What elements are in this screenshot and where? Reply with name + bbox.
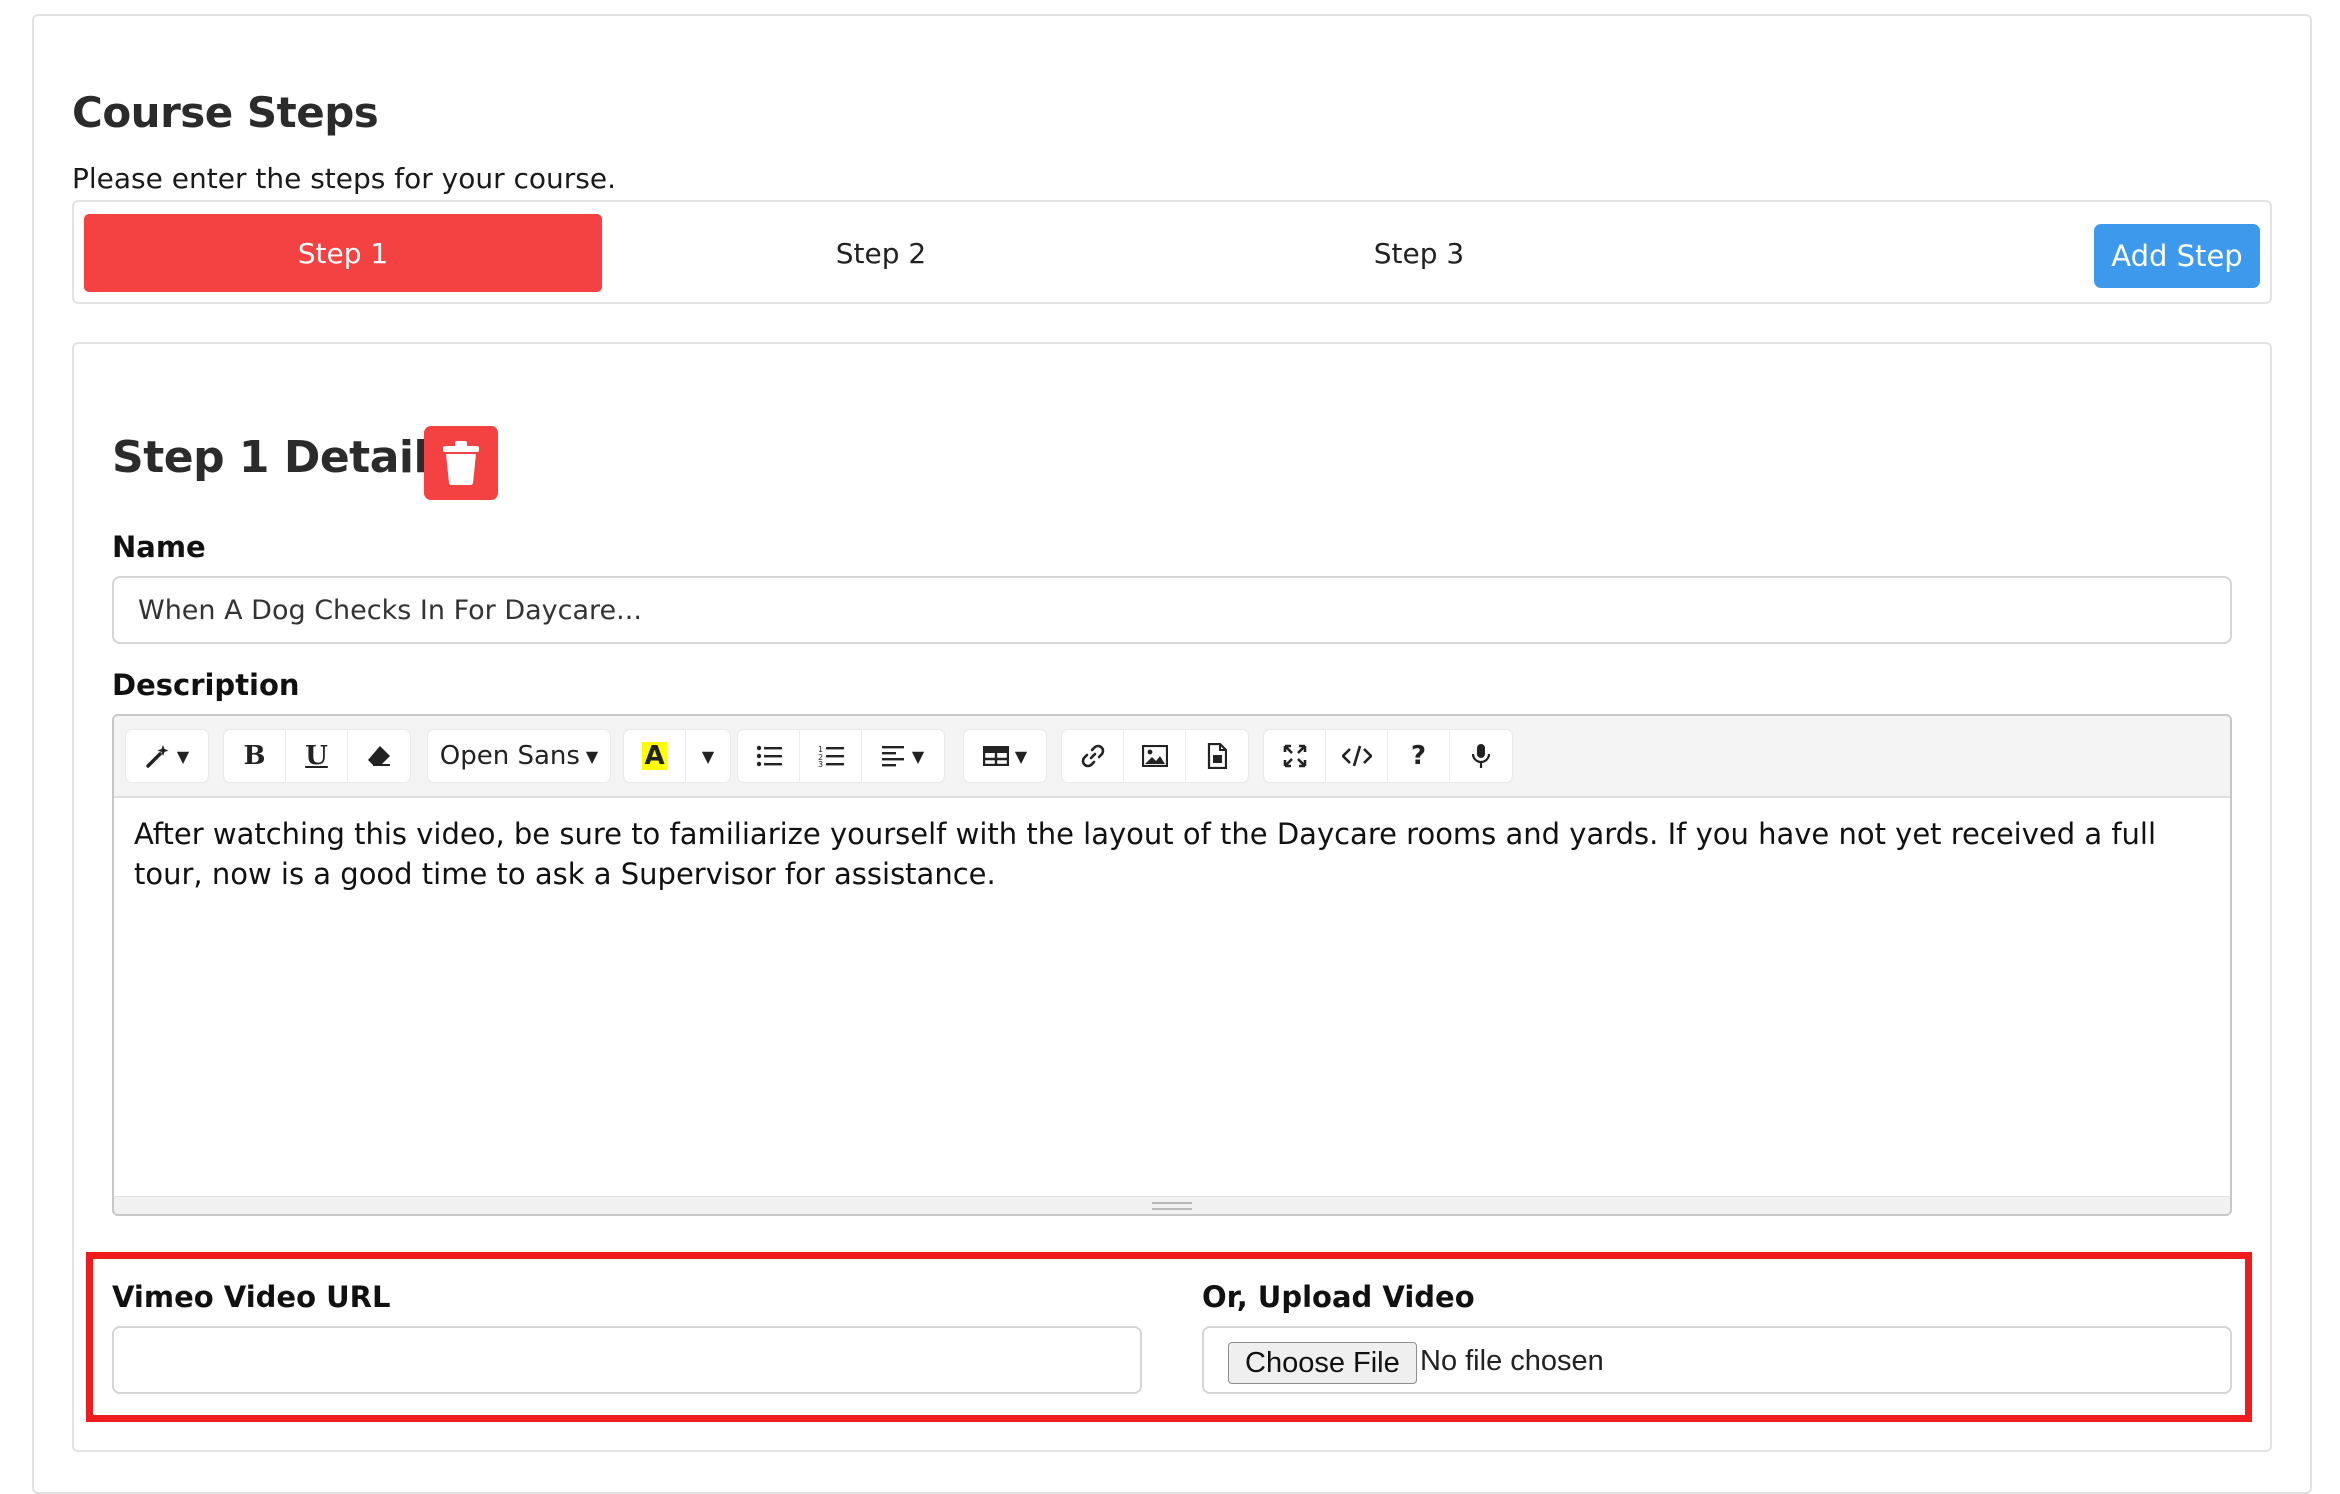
tab-step-2[interactable]: Step 2 [622,214,1140,292]
magic-wand-icon[interactable]: ▼ [126,730,208,782]
tab-step-3[interactable]: Step 3 [1160,214,1678,292]
toolbar-style-group: ▼ [126,730,208,782]
svg-text:3: 3 [818,760,823,767]
image-icon[interactable] [1124,730,1186,782]
fullscreen-icon[interactable] [1264,730,1326,782]
toolbar-font-style-group: B U [224,730,410,782]
description-label: Description [112,668,300,702]
table-icon[interactable]: ▼ [964,730,1046,782]
toolbar-color-group: A ▼ [624,730,730,782]
toolbar-para-group: 123 ▼ [738,730,944,782]
description-text[interactable]: After watching this video, be sure to fa… [134,814,2190,894]
color-dropdown-icon[interactable]: ▼ [686,730,730,782]
file-icon[interactable] [1186,730,1248,782]
trash-icon [443,441,479,485]
toolbar-font-group: Open Sans ▼ [428,730,610,782]
course-steps-title: Course Steps [72,88,379,137]
name-input[interactable] [112,576,2232,644]
align-dropdown-icon[interactable]: ▼ [862,730,944,782]
upload-video-field: Choose File No file chosen [1202,1326,2232,1394]
steps-bar: Step 1 Step 2 Step 3 Add Step [72,200,2272,304]
course-steps-subtitle: Please enter the steps for your course. [72,162,617,195]
choose-file-button[interactable]: Choose File [1228,1342,1417,1384]
toolbar-insert-group [1062,730,1248,782]
microphone-icon[interactable] [1450,730,1512,782]
delete-step-button[interactable] [424,426,498,500]
bold-icon[interactable]: B [224,730,286,782]
vimeo-url-input[interactable] [112,1326,1142,1394]
description-editor: ▼ B U Open Sans ▼ A ▼ 123 ▼ ▼ ? After wa… [112,714,2232,1216]
font-family-label: Open Sans [439,741,580,771]
step-details-title: Step 1 Details [112,432,454,483]
numbered-list-icon[interactable]: 123 [800,730,862,782]
tab-step-1[interactable]: Step 1 [84,214,602,292]
add-step-button[interactable]: Add Step [2094,224,2260,288]
name-label: Name [112,530,206,564]
font-family-dropdown[interactable]: Open Sans ▼ [428,730,610,782]
upload-video-label: Or, Upload Video [1202,1280,1475,1314]
link-icon[interactable] [1062,730,1124,782]
toolbar-table-group: ▼ [964,730,1046,782]
resize-grip-icon [1152,1201,1192,1210]
help-icon[interactable]: ? [1388,730,1450,782]
highlight-color-icon[interactable]: A [624,730,686,782]
editor-resize-handle[interactable] [114,1196,2230,1214]
no-file-chosen-text: No file chosen [1420,1345,1604,1377]
editor-toolbar: ▼ B U Open Sans ▼ A ▼ 123 ▼ ▼ ? [114,716,2230,798]
code-view-icon[interactable] [1326,730,1388,782]
vimeo-url-label: Vimeo Video URL [112,1280,391,1314]
eraser-icon[interactable] [348,730,410,782]
toolbar-view-group: ? [1264,730,1512,782]
underline-icon[interactable]: U [286,730,348,782]
bullet-list-icon[interactable] [738,730,800,782]
